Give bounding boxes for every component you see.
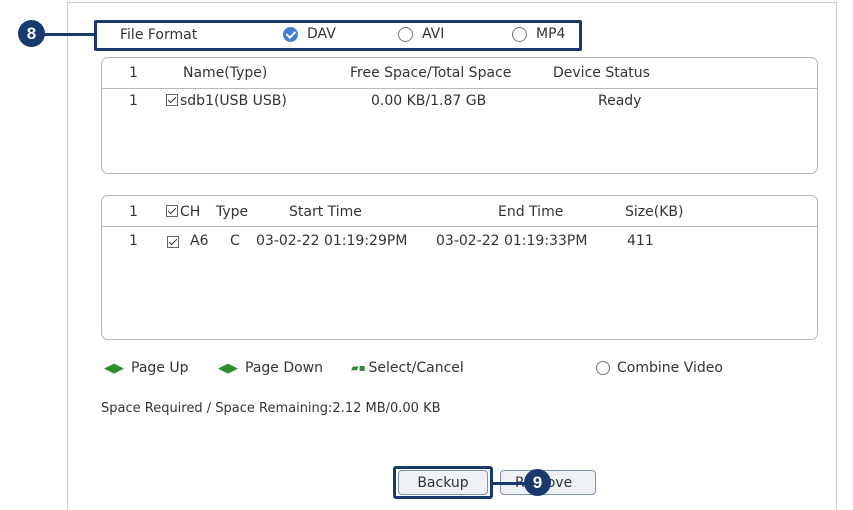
file-col-start: Start Time [289, 204, 362, 220]
file-row-start: 03-02-22 01:19:29PM [256, 233, 408, 249]
file-table-header-divider [102, 226, 817, 227]
format-label-mp4: MP4 [536, 26, 566, 42]
device-table: 1 Name(Type) Free Space/Total Space Devi… [101, 57, 818, 174]
file-row-num: 1 [129, 233, 138, 249]
device-row-name: sdb1(USB USB) [166, 93, 287, 109]
select-cancel-icon: ▰▪ [351, 362, 366, 374]
page-up-control[interactable]: ◀▶ Page Up [104, 360, 188, 376]
file-col-ch: CH [166, 204, 200, 220]
file-row-checkbox[interactable] [167, 236, 179, 248]
device-col-name: Name(Type) [183, 65, 268, 81]
radio-unchecked-icon [512, 26, 527, 42]
format-option-avi[interactable]: AVI [398, 26, 444, 42]
file-col-size: Size(KB) [625, 204, 684, 220]
file-row-type: C [230, 233, 240, 249]
page-down-label: Page Down [245, 360, 324, 376]
device-name-text: sdb1(USB USB) [180, 93, 287, 109]
space-status-text: Space Required / Space Remaining:2.12 MB… [101, 401, 441, 416]
file-col-end: End Time [498, 204, 564, 220]
radio-unchecked-icon [398, 26, 413, 42]
format-label-dav: DAV [307, 26, 336, 42]
file-row-ch: A6 [190, 233, 209, 249]
radio-unchecked-icon [596, 361, 610, 375]
device-row-space: 0.00 KB/1.87 GB [371, 93, 487, 109]
combine-video-option[interactable]: Combine Video [596, 360, 723, 376]
device-checkbox[interactable] [166, 94, 178, 106]
file-row-size: 411 [627, 233, 654, 249]
callout-8: 8 [18, 20, 45, 47]
device-table-header-divider [102, 88, 817, 89]
device-row-num: 1 [129, 93, 138, 109]
device-row-status: Ready [598, 93, 642, 109]
backup-button[interactable]: Backup [398, 470, 488, 495]
callout-9-line [493, 482, 527, 485]
callout-9: 9 [524, 469, 551, 496]
file-col-type: Type [216, 204, 249, 220]
page-down-icon: ◀▶ [218, 360, 238, 376]
format-label-avi: AVI [422, 26, 445, 42]
combine-video-label: Combine Video [617, 360, 723, 376]
file-col-ch-text: CH [180, 204, 201, 220]
callout-8-line [44, 33, 96, 36]
page-down-control[interactable]: ◀▶ Page Down [218, 360, 323, 376]
device-col-status: Device Status [553, 65, 650, 81]
radio-checked-icon [283, 26, 298, 42]
file-table: 1 CH Type Start Time End Time Size(KB) 1… [101, 195, 818, 340]
format-option-mp4[interactable]: MP4 [512, 26, 565, 42]
select-cancel-label: Select/Cancel [368, 360, 464, 376]
file-format-label: File Format [120, 27, 198, 43]
device-col-index: 1 [129, 65, 138, 81]
file-row-end: 03-02-22 01:19:33PM [436, 233, 588, 249]
file-col-index: 1 [129, 204, 138, 220]
page-up-icon: ◀▶ [104, 360, 124, 376]
device-col-space: Free Space/Total Space [350, 65, 512, 81]
format-option-dav[interactable]: DAV [283, 26, 336, 42]
page-up-label: Page Up [131, 360, 189, 376]
select-cancel-control[interactable]: ▰▪ Select/Cancel [351, 360, 464, 376]
select-all-checkbox[interactable] [166, 205, 178, 217]
